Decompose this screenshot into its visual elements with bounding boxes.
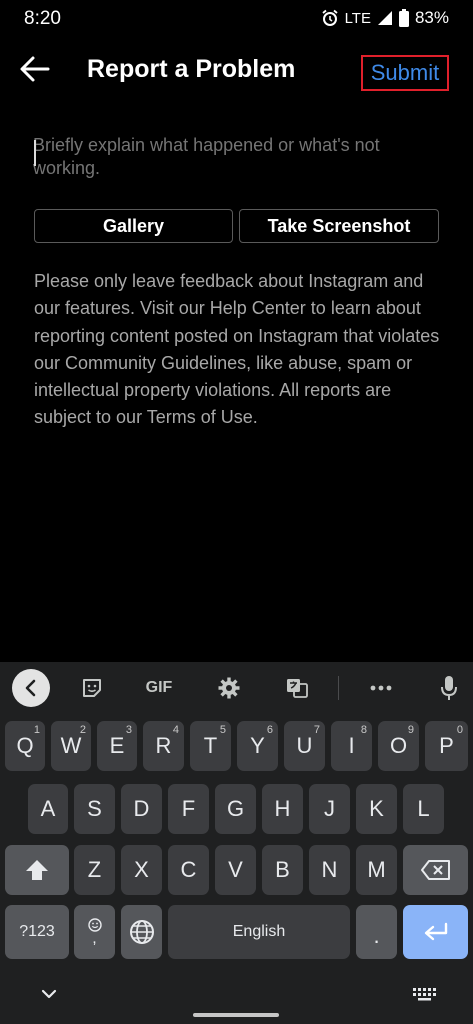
- key-n[interactable]: N: [309, 845, 350, 895]
- description-input[interactable]: [33, 134, 433, 184]
- key-x[interactable]: X: [121, 845, 162, 895]
- key-i[interactable]: I8: [331, 721, 372, 771]
- keyboard-hide-button[interactable]: [38, 984, 60, 1004]
- key-l[interactable]: L: [403, 784, 444, 834]
- help-text: Please only leave feedback about Instagr…: [34, 271, 440, 428]
- page-title: Report a Problem: [87, 55, 296, 83]
- key-k[interactable]: K: [356, 784, 397, 834]
- key-q[interactable]: Q1: [5, 721, 45, 771]
- language-key[interactable]: [121, 905, 162, 959]
- battery-percent: 83%: [414, 8, 449, 27]
- home-indicator[interactable]: [193, 1013, 279, 1017]
- signal-icon: [377, 11, 392, 25]
- shift-icon: [26, 860, 48, 880]
- key-w[interactable]: W2: [51, 721, 91, 771]
- battery-icon: [398, 9, 409, 27]
- status-icons: LTE 83%: [321, 8, 449, 28]
- key-z[interactable]: Z: [74, 845, 115, 895]
- emoji-comma-key[interactable]: ,: [74, 905, 115, 959]
- globe-icon: [129, 920, 154, 944]
- chevron-down-icon: [41, 989, 57, 999]
- key-s[interactable]: S: [74, 784, 115, 834]
- status-time: 8:20: [24, 8, 61, 29]
- key-b[interactable]: B: [262, 845, 303, 895]
- key-g[interactable]: G: [215, 784, 256, 834]
- key-p[interactable]: P0: [425, 721, 468, 771]
- translate-button[interactable]: [283, 674, 311, 702]
- key-m[interactable]: M: [356, 845, 397, 895]
- key-r[interactable]: R4: [143, 721, 184, 771]
- key-u[interactable]: U7: [284, 721, 325, 771]
- comma-label: ,: [92, 930, 97, 947]
- chevron-left-icon: [25, 679, 36, 697]
- gear-icon: [218, 677, 240, 699]
- key-v[interactable]: V: [215, 845, 256, 895]
- sticker-icon: [83, 679, 101, 697]
- submit-button[interactable]: Submit: [361, 55, 449, 91]
- key-e[interactable]: E3: [97, 721, 137, 771]
- enter-icon: [424, 922, 447, 941]
- take-screenshot-button[interactable]: Take Screenshot: [239, 209, 439, 243]
- space-key[interactable]: English: [168, 905, 350, 959]
- voice-input-button[interactable]: [435, 674, 463, 702]
- back-button[interactable]: [18, 52, 52, 86]
- mic-icon: [441, 676, 457, 700]
- gif-button[interactable]: GIF: [141, 674, 177, 702]
- translate-icon: [287, 679, 308, 698]
- key-y[interactable]: Y6: [237, 721, 278, 771]
- keyboard-icon: [413, 988, 436, 1001]
- keyboard-collapse-button[interactable]: [12, 669, 50, 707]
- enter-key[interactable]: [403, 905, 468, 959]
- keyboard-switch-button[interactable]: [411, 986, 437, 1004]
- more-button[interactable]: [367, 674, 395, 702]
- key-o[interactable]: O9: [378, 721, 419, 771]
- key-j[interactable]: J: [309, 784, 350, 834]
- network-label: LTE: [344, 9, 371, 27]
- toolbar-divider: [338, 676, 339, 700]
- key-h[interactable]: H: [262, 784, 303, 834]
- alarm-icon: [321, 9, 338, 26]
- key-a[interactable]: A: [28, 784, 68, 834]
- backspace-key[interactable]: [403, 845, 468, 895]
- text-cursor: [34, 140, 36, 166]
- key-f[interactable]: F: [168, 784, 209, 834]
- sticker-button[interactable]: [78, 674, 106, 702]
- symbols-key[interactable]: ?123: [5, 905, 69, 959]
- status-bar: 8:20 LTE 83%: [0, 0, 473, 40]
- key-t[interactable]: T5: [190, 721, 231, 771]
- more-icon: [370, 685, 392, 691]
- shift-key[interactable]: [5, 845, 69, 895]
- key-d[interactable]: D: [121, 784, 162, 834]
- arrow-left-icon: [20, 56, 50, 82]
- gallery-button[interactable]: Gallery: [34, 209, 233, 243]
- key-c[interactable]: C: [168, 845, 209, 895]
- period-key[interactable]: .: [356, 905, 397, 959]
- backspace-icon: [420, 860, 450, 880]
- settings-button[interactable]: [215, 674, 243, 702]
